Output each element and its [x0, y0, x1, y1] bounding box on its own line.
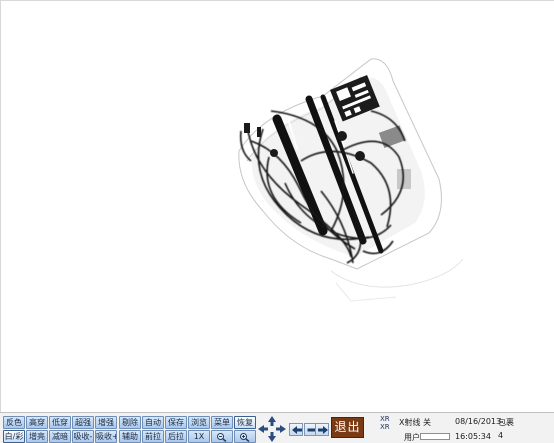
browse-button[interactable]: 浏览	[188, 416, 210, 429]
zoom-out-icon	[217, 433, 227, 442]
previous-image-button[interactable]	[289, 423, 303, 436]
zoom-in-button[interactable]	[234, 430, 256, 443]
restore-button[interactable]: 恢复	[234, 416, 256, 429]
date-display: 08/16/2013	[455, 417, 502, 426]
high-penetration-button[interactable]: 高穿	[26, 416, 48, 429]
next-image-button[interactable]	[315, 423, 329, 436]
user-field	[420, 433, 450, 440]
enhance-button[interactable]: 增强	[95, 416, 117, 429]
save-button[interactable]: 保存	[165, 416, 187, 429]
pan-down-icon[interactable]	[266, 431, 278, 443]
xray-indicator-icon: XR	[380, 423, 390, 431]
low-penetration-button[interactable]: 低穿	[49, 416, 71, 429]
menu-button[interactable]: 菜单	[211, 416, 233, 429]
zoom-in-icon	[240, 433, 250, 442]
white-color-toggle-button[interactable]: 白/彩	[3, 430, 25, 443]
bag-label: 包裹	[498, 418, 514, 427]
auto-button[interactable]: 自动	[142, 416, 164, 429]
arrow-right-icon	[318, 426, 328, 434]
xray-scan-image	[238, 58, 464, 302]
assist-button[interactable]: 辅助	[119, 430, 141, 443]
xray-image-viewer[interactable]	[0, 0, 554, 412]
xray-status-label: X射线 关	[399, 418, 432, 427]
darken-button[interactable]: 减暗	[49, 430, 71, 443]
zoom-1x-button[interactable]: 1X	[188, 430, 210, 443]
xray-indicator-icon: XR	[380, 415, 390, 423]
arrow-left-icon	[292, 426, 302, 434]
user-label: 用户	[404, 433, 420, 442]
absorb-plus-button[interactable]: 吸收+	[95, 430, 117, 443]
pull-back-button[interactable]: 后拉	[165, 430, 187, 443]
pull-forward-button[interactable]: 前拉	[142, 430, 164, 443]
brighten-button[interactable]: 增亮	[26, 430, 48, 443]
invert-color-button[interactable]: 反色	[3, 416, 25, 429]
bag-count: 4	[498, 431, 504, 440]
exit-button[interactable]: 退出	[331, 417, 364, 438]
remove-button[interactable]: 剔除	[119, 416, 141, 429]
time-display: 16:05:34	[455, 432, 491, 441]
zoom-out-button[interactable]	[211, 430, 233, 443]
absorb-minus-button[interactable]: 吸收-	[72, 430, 94, 443]
super-enhance-button[interactable]: 超强	[72, 416, 94, 429]
